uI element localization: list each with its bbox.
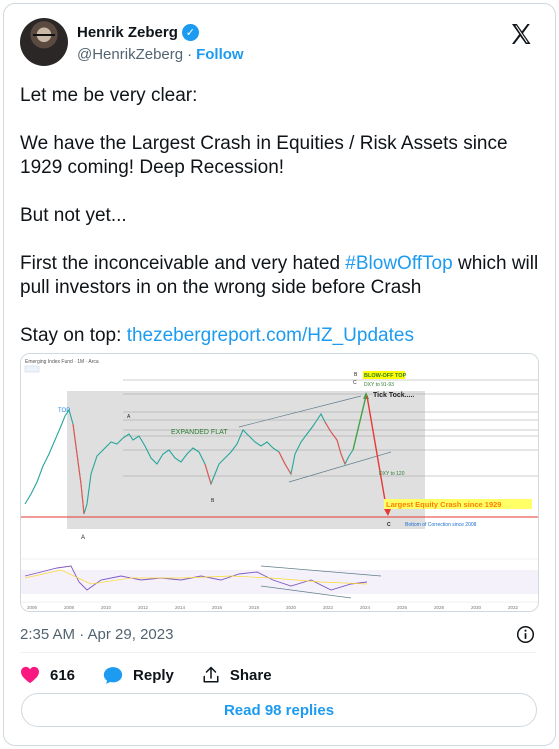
year-tick: 2020 [286, 605, 297, 610]
tweet-line: We have the Largest Crash in Equities / … [20, 133, 508, 178]
year-tick: 2006 [27, 605, 38, 610]
share-button[interactable]: Share [202, 666, 272, 684]
label-c-bottom: C [387, 522, 391, 528]
avatar[interactable] [20, 18, 68, 66]
chart-header: Emerging Index Fund · 1M · Arca [25, 359, 99, 365]
author-handle[interactable]: @HenrikZeberg [77, 46, 183, 63]
label-tick-tock: Tick Tock..... [373, 392, 414, 399]
info-icon[interactable] [516, 625, 535, 644]
label-blow-off-top: BLOW-OFF TOP [364, 373, 407, 379]
chart-image[interactable]: Emerging Index Fund · 1M · Arca TOP EXPA… [20, 353, 539, 612]
expanded-flat-zone [67, 391, 425, 529]
tweet-body: Let me be very clear: We have the Larges… [20, 84, 540, 348]
tweet-text-span: First the inconceivable and very hated [20, 253, 346, 274]
author-handle-row: @HenrikZeberg · Follow [77, 46, 244, 63]
year-tick: 2016 [212, 605, 223, 610]
author-name[interactable]: Henrik Zeberg [77, 24, 178, 41]
year-tick: 2008 [64, 605, 75, 610]
year-tick: 2030 [471, 605, 482, 610]
external-link[interactable]: thezebergreport.com/HZ_Updates [127, 325, 414, 346]
reply-button[interactable]: Reply [103, 666, 174, 685]
share-label: Share [229, 666, 272, 684]
reply-label: Reply [133, 666, 174, 684]
like-button[interactable]: 616 [20, 666, 75, 684]
share-icon [203, 666, 219, 683]
year-tick: 2024 [360, 605, 371, 610]
year-tick: 2012 [138, 605, 149, 610]
reply-bubble-icon [103, 666, 123, 684]
year-tick: 2018 [249, 605, 260, 610]
action-bar: 616 Reply Share [20, 664, 300, 686]
separator-dot: · [187, 46, 193, 63]
tweet-line: Stay on top: thezebergreport.com/HZ_Upda… [20, 324, 540, 348]
year-tick: 2026 [397, 605, 408, 610]
label-c-top: C [353, 380, 357, 386]
tweet-header: Henrik Zeberg ✓ @HenrikZeberg · Follow [20, 18, 535, 68]
label-dxy-high: DXY to 120 [379, 471, 405, 477]
tweet-line: But not yet... [20, 205, 127, 226]
author-name-row: Henrik Zeberg ✓ [77, 24, 199, 41]
label-bottom-correction: Bottom of Correction since 2008 [405, 522, 477, 528]
tweet-line: First the inconceivable and very hated #… [20, 252, 540, 300]
label-dxy-low: DXY to 91-93 [364, 382, 394, 388]
chart-svg: Emerging Index Fund · 1M · Arca TOP EXPA… [21, 354, 538, 611]
verified-badge-icon: ✓ [181, 24, 199, 41]
divider [20, 652, 536, 653]
follow-button[interactable]: Follow [196, 46, 244, 63]
tweet-timestamp[interactable]: 2:35 AM · Apr 29, 2023 [20, 626, 173, 643]
tweet-line: Let me be very clear: [20, 85, 198, 106]
read-replies-button[interactable]: Read 98 replies [21, 693, 537, 727]
tweet-text-span: Stay on top: [20, 325, 127, 346]
label-top: TOP [58, 408, 70, 414]
like-count: 616 [50, 666, 76, 684]
year-tick: 2014 [175, 605, 186, 610]
x-logo-icon[interactable] [509, 22, 533, 46]
year-tick: 2032 [508, 605, 519, 610]
label-expanded-flat: EXPANDED FLAT [171, 429, 228, 436]
heart-icon [21, 666, 39, 684]
year-tick: 2010 [101, 605, 112, 610]
year-tick: 2022 [323, 605, 334, 610]
year-tick: 2028 [434, 605, 445, 610]
hashtag-link[interactable]: #BlowOffTop [345, 253, 452, 274]
label-a-bottom: A [81, 535, 85, 541]
label-largest-crash: Largest Equity Crash since 1929 [386, 500, 501, 509]
